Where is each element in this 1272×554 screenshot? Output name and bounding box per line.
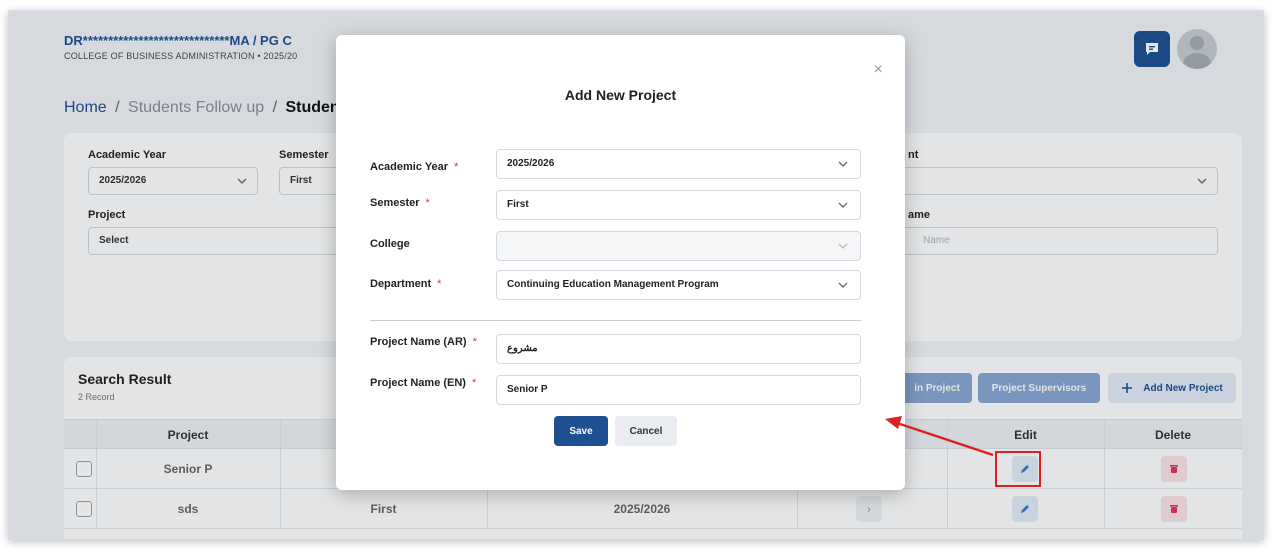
annotation-arrow-icon bbox=[885, 416, 994, 457]
app-window: DR*****************************MA / PG C… bbox=[8, 10, 1264, 540]
